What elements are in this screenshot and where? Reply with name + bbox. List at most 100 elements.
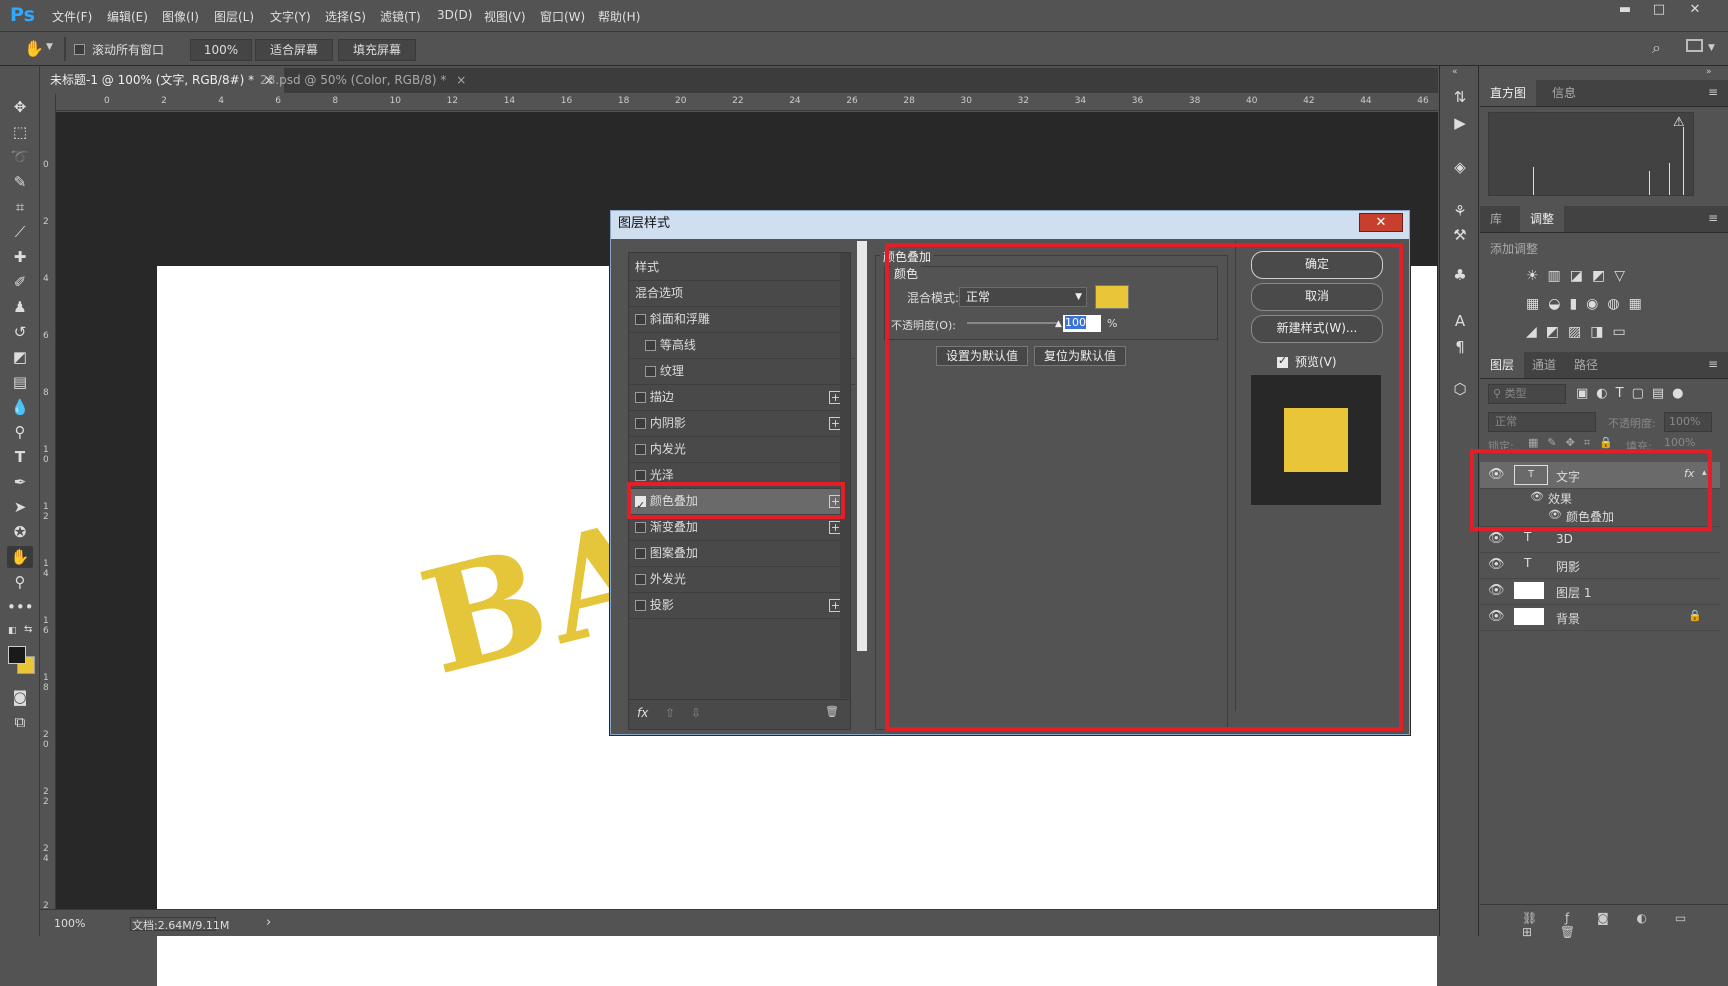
tab-paths[interactable]: 路径 <box>1564 352 1608 378</box>
style-checkbox[interactable] <box>645 366 656 377</box>
style-item-drop-shadow[interactable]: 投影 + <box>629 593 845 619</box>
hand-tool-icon[interactable]: ✋ <box>7 546 33 568</box>
minimize-button[interactable]: ▬ <box>1610 2 1640 20</box>
tab-histogram[interactable]: 直方图 <box>1480 80 1537 106</box>
menu-window[interactable]: 窗口(W) <box>540 8 585 25</box>
move-up-icon[interactable]: ⇧ <box>665 706 675 720</box>
tab-28-psd[interactable]: 28.psd @ 50% (Color, RGB/8) * × <box>250 68 476 93</box>
hand-tool-icon[interactable]: ✋ <box>24 39 44 58</box>
visibility-eye-icon[interactable]: 👁 <box>1488 557 1505 572</box>
visibility-eye-icon[interactable]: 👁 <box>1488 609 1505 624</box>
tab-adjustments[interactable]: 调整 <box>1520 206 1565 232</box>
collapse-icon[interactable]: « <box>1452 67 1458 77</box>
tab-untitled-1[interactable]: 未标题-1 @ 100% (文字, RGB/8#) * × <box>40 68 285 93</box>
style-item-inner-glow[interactable]: 内发光 <box>629 437 845 463</box>
zoom-value-button[interactable]: 100% <box>190 39 252 61</box>
style-item-blending-options[interactable]: 混合选项 <box>629 281 845 307</box>
paragraph-panel-icon[interactable]: ¶ <box>1448 338 1472 360</box>
swap-colors-icon[interactable]: ⇆ <box>24 624 32 635</box>
panel-menu-icon[interactable]: ≡ <box>1708 211 1718 225</box>
layer-row-layer-1[interactable]: 👁 图层 1 <box>1480 578 1720 605</box>
style-checkbox[interactable] <box>635 470 646 481</box>
style-checkbox[interactable] <box>635 522 646 533</box>
tab-library[interactable]: 库 <box>1480 206 1512 232</box>
tool-presets-icon[interactable]: ⚒ <box>1448 226 1472 248</box>
style-checkbox[interactable] <box>635 314 646 325</box>
style-item-stroke[interactable]: 描边 + <box>629 385 845 411</box>
move-tool-icon[interactable]: ✥ <box>7 96 33 118</box>
menu-filter[interactable]: 滤镜(T) <box>380 8 421 25</box>
healing-brush-tool-icon[interactable]: ✚ <box>7 246 33 268</box>
eyedropper-tool-icon[interactable]: ⟋ <box>7 221 33 243</box>
search-icon[interactable]: ⌕ <box>1652 38 1661 58</box>
crop-tool-icon[interactable]: ⌗ <box>7 196 33 218</box>
actions-panel-icon[interactable]: ▶ <box>1448 114 1472 136</box>
menu-select[interactable]: 选择(S) <box>325 8 366 25</box>
layer-filter-icons[interactable]: ▣◐T▢▤● <box>1576 386 1691 401</box>
style-list-scrollbar[interactable] <box>840 253 850 698</box>
restore-button[interactable]: □ <box>1644 2 1674 20</box>
menu-view[interactable]: 视图(V) <box>484 8 526 25</box>
marquee-tool-icon[interactable]: ⬚ <box>7 121 33 143</box>
delete-effect-icon[interactable]: 🗑 <box>825 705 839 718</box>
menu-edit[interactable]: 编辑(E) <box>107 8 148 25</box>
path-select-tool-icon[interactable]: ➤ <box>7 496 33 518</box>
character-panel-icon[interactable]: A <box>1448 312 1472 334</box>
menu-help[interactable]: 帮助(H) <box>598 8 640 25</box>
style-item-bevel[interactable]: 斜面和浮雕 <box>629 307 845 333</box>
shape-tool-icon[interactable]: ✪ <box>7 521 33 543</box>
menu-3d[interactable]: 3D(D) <box>437 8 472 22</box>
eraser-tool-icon[interactable]: ◩ <box>7 346 33 368</box>
fit-screen-button[interactable]: 适合屏幕 <box>255 39 333 61</box>
style-checkbox[interactable] <box>635 444 646 455</box>
style-checkbox[interactable] <box>635 392 646 403</box>
quick-select-tool-icon[interactable]: ✎ <box>7 171 33 193</box>
more-tools-icon[interactable]: ••• <box>7 596 34 618</box>
cloud-panel-icon[interactable]: ◈ <box>1448 158 1472 180</box>
fx-menu-icon[interactable]: fx <box>637 706 648 720</box>
layer-row-shadow[interactable]: 👁 T 阴影 <box>1480 552 1720 579</box>
quick-mask-icon[interactable]: ◙ <box>7 686 33 708</box>
collapse-icon[interactable]: » <box>1706 67 1712 77</box>
layers-footer-icons[interactable]: ⛓ ƒ ◙ ◐ ▭ ⊞ 🗑 <box>1522 911 1728 939</box>
foreground-color-swatch[interactable] <box>8 646 26 664</box>
style-item-contour[interactable]: 等高线 <box>629 333 855 359</box>
3d-panel-icon[interactable]: ⬡ <box>1448 380 1472 402</box>
close-icon[interactable]: × <box>456 73 466 87</box>
style-item-styles[interactable]: 样式 <box>629 255 845 281</box>
dialog-scrollbar[interactable] <box>857 241 867 651</box>
visibility-eye-icon[interactable]: 👁 <box>1488 531 1505 546</box>
panel-menu-icon[interactable]: ≡ <box>1708 357 1718 371</box>
blur-tool-icon[interactable]: 💧 <box>7 396 33 418</box>
workspace-icon[interactable] <box>1686 39 1703 52</box>
style-checkbox[interactable] <box>635 548 646 559</box>
brush-tool-icon[interactable]: ✐ <box>7 271 33 293</box>
style-item-pattern-overlay[interactable]: 图案叠加 <box>629 541 845 567</box>
history-panel-icon[interactable]: ⇅ <box>1448 88 1472 110</box>
menu-file[interactable]: 文件(F) <box>52 8 92 25</box>
clone-source-icon[interactable]: ♣ <box>1448 266 1472 288</box>
style-checkbox[interactable] <box>645 340 656 351</box>
layer-opacity-field[interactable]: 100% <box>1664 412 1712 432</box>
screen-mode-icon[interactable]: ⧉ <box>7 711 33 733</box>
layer-row-background[interactable]: 👁 背景 🔒 <box>1480 604 1720 631</box>
pen-tool-icon[interactable]: ✒ <box>7 471 33 493</box>
dodge-tool-icon[interactable]: ⚲ <box>7 421 33 443</box>
tab-info[interactable]: 信息 <box>1542 80 1586 106</box>
gradient-tool-icon[interactable]: ▤ <box>7 371 33 393</box>
status-menu-arrow[interactable]: › <box>266 915 271 930</box>
style-checkbox[interactable] <box>635 574 646 585</box>
style-checkbox[interactable] <box>635 418 646 429</box>
tab-layers[interactable]: 图层 <box>1480 352 1525 378</box>
style-item-texture[interactable]: 纹理 <box>629 359 855 385</box>
lock-icons[interactable]: ▦✎✥⌗🔒 <box>1528 436 1622 450</box>
move-down-icon[interactable]: ⇩ <box>691 706 701 720</box>
menu-type[interactable]: 文字(Y) <box>270 8 311 25</box>
chevron-down-icon[interactable]: ▼ <box>1708 43 1715 53</box>
stamp-tool-icon[interactable]: ♟ <box>7 296 33 318</box>
chevron-down-icon[interactable]: ▼ <box>46 42 53 52</box>
menu-layer[interactable]: 图层(L) <box>214 8 254 25</box>
adjustment-icons[interactable]: ☀▥◪◩▽ ▦◒▮◉◍▦ ◢◩▨◨▭ <box>1526 262 1686 346</box>
layer-blend-mode-select[interactable]: 正常 <box>1488 412 1596 432</box>
menu-image[interactable]: 图像(I) <box>162 8 199 25</box>
